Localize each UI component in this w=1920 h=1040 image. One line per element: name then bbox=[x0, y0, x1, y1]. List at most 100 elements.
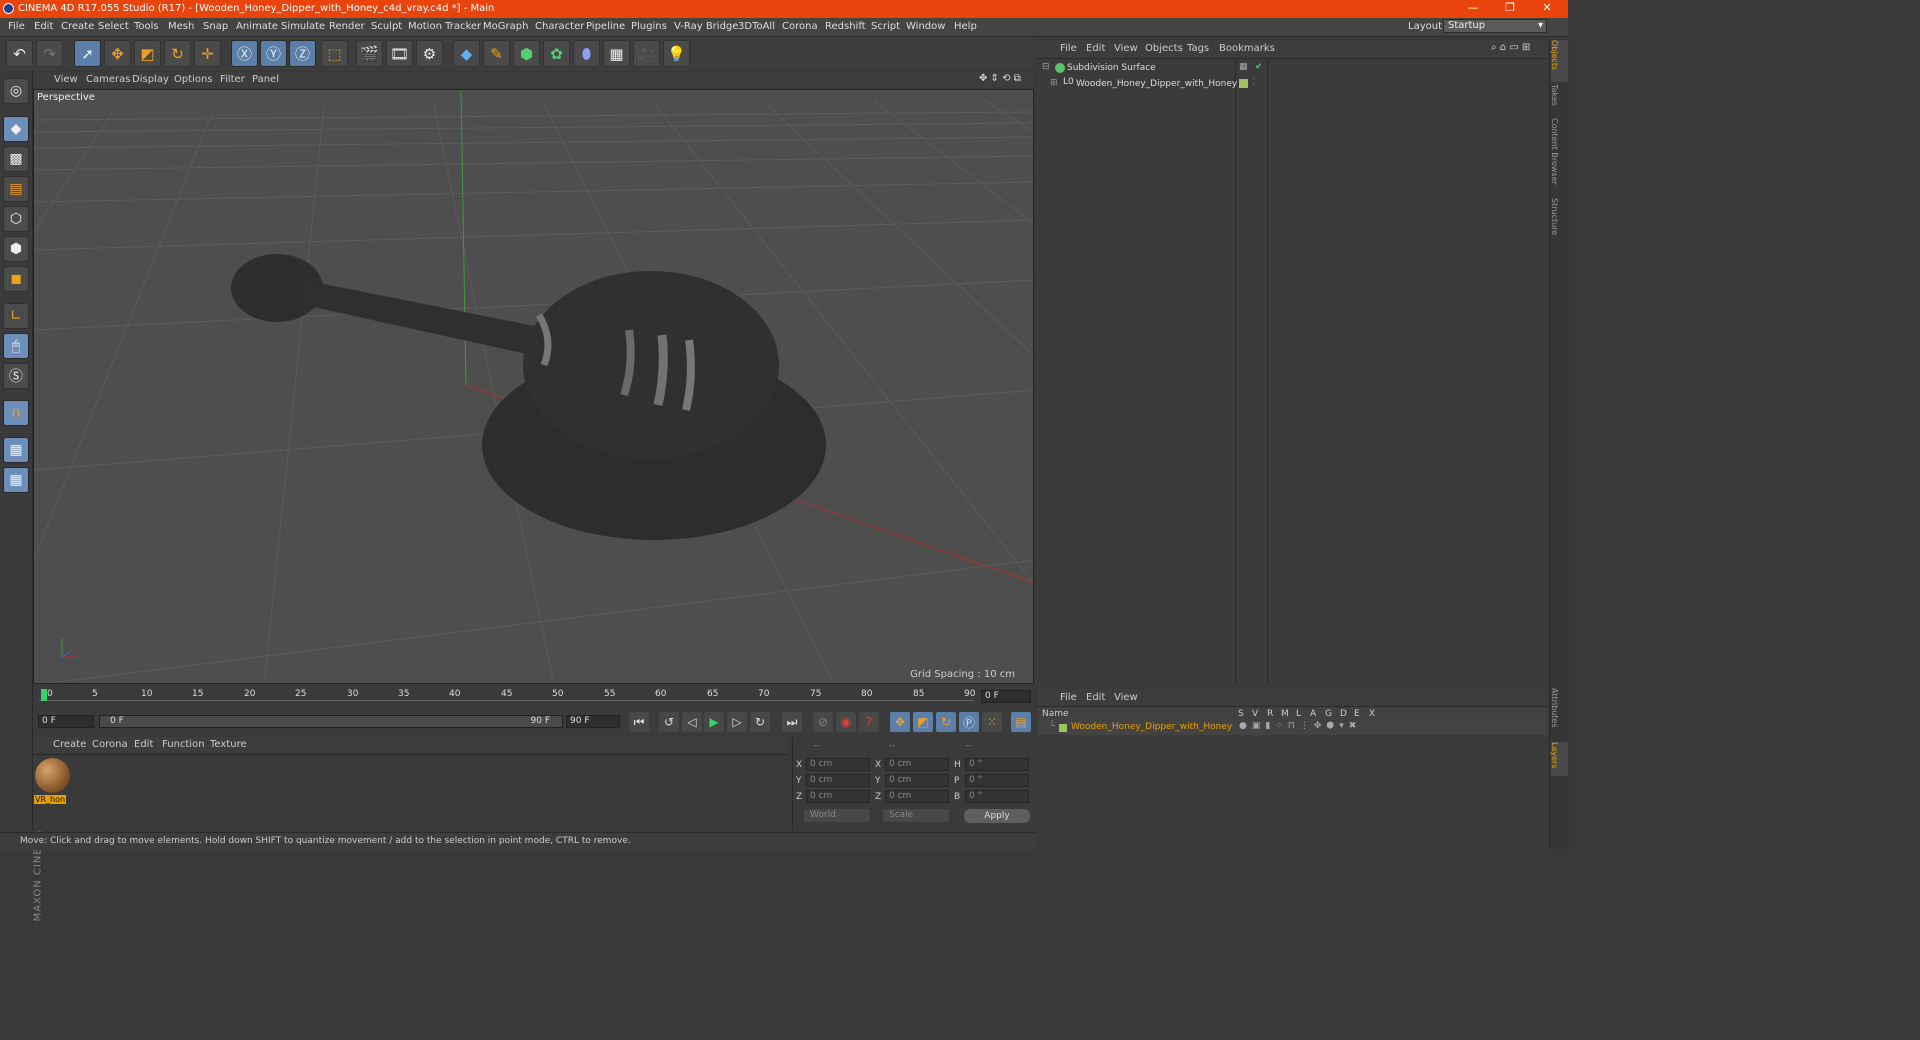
om-search-icon[interactable]: ⌕ ⌂ ▭ ⊞ bbox=[1491, 42, 1530, 53]
floor-scene-button[interactable]: ▦ bbox=[603, 40, 630, 67]
current-frame-field[interactable]: 0 F bbox=[981, 690, 1031, 703]
size-mode-select[interactable]: Scale bbox=[883, 809, 949, 822]
position-z-field[interactable]: 0 cm bbox=[806, 790, 870, 803]
rotate-tool-button[interactable]: ↻ bbox=[164, 40, 191, 67]
playhead-marker[interactable] bbox=[41, 689, 47, 701]
key-position-button[interactable]: ✥ bbox=[890, 712, 910, 732]
menu-character[interactable]: Character bbox=[535, 21, 584, 32]
render-view-button[interactable]: 🎬 bbox=[356, 40, 383, 67]
om-menu-bookmarks[interactable]: Bookmarks bbox=[1219, 43, 1275, 54]
material-menu-corona[interactable]: Corona bbox=[92, 739, 128, 750]
menu-select[interactable]: Select bbox=[98, 21, 129, 32]
position-x-field[interactable]: 0 cm bbox=[806, 758, 870, 771]
z-axis-lock-button[interactable]: Ⓩ bbox=[289, 40, 316, 67]
menu-file[interactable]: File bbox=[8, 21, 25, 32]
key-scale-button[interactable]: ◩ bbox=[913, 712, 933, 732]
transform-tool-button[interactable]: ✛ bbox=[194, 40, 221, 67]
menu-help[interactable]: Help bbox=[954, 21, 977, 32]
mograph-cloner-button[interactable]: ✿ bbox=[543, 40, 570, 67]
render-picture-viewer-button[interactable]: 🎞 bbox=[386, 40, 413, 67]
layer-toggle-icons[interactable]: ●▣▮⁘⊓⋮✥⬢▾✖ bbox=[1239, 721, 1361, 731]
menu-3dtoall[interactable]: 3DToAll bbox=[738, 21, 775, 32]
om-menu-edit[interactable]: Edit bbox=[1086, 43, 1105, 54]
om-menu-view[interactable]: View bbox=[1114, 43, 1138, 54]
layer-col-manager[interactable]: M bbox=[1281, 709, 1289, 719]
frame-range-slider[interactable]: 0 F 90 F bbox=[99, 715, 563, 728]
y-axis-lock-button[interactable]: Ⓨ bbox=[260, 40, 287, 67]
object-row[interactable]: ⊟ Subdivision Surface ▦ ✔ bbox=[1037, 61, 1548, 76]
light-button[interactable]: 💡 bbox=[663, 40, 690, 67]
viewport-menu-view[interactable]: View bbox=[54, 74, 78, 85]
size-y-field[interactable]: 0 cm bbox=[885, 774, 949, 787]
om-menu-objects[interactable]: Objects bbox=[1145, 43, 1183, 54]
layer-color-icon[interactable] bbox=[1059, 724, 1067, 732]
layer-col-expressions[interactable]: E bbox=[1354, 709, 1360, 719]
layer-col-view[interactable]: V bbox=[1252, 709, 1258, 719]
enabled-check-icon[interactable]: ✔ bbox=[1255, 62, 1263, 72]
expand-icon[interactable]: ⊞ bbox=[1050, 78, 1058, 88]
menu-motion-tracker[interactable]: Motion Tracker bbox=[408, 21, 481, 32]
menu-plugins[interactable]: Plugins bbox=[631, 21, 667, 32]
previous-key-button[interactable]: ↺ bbox=[659, 712, 679, 732]
subdivision-surface-button[interactable]: ⬢ bbox=[513, 40, 540, 67]
axis-mode-button[interactable]: ∟ bbox=[3, 303, 29, 329]
solo-mode-button[interactable]: Ⓢ bbox=[3, 363, 29, 389]
maximize-button[interactable]: ❐ bbox=[1495, 1, 1525, 14]
om-menu-tags[interactable]: Tags bbox=[1187, 43, 1209, 54]
layer-col-animation[interactable]: A bbox=[1310, 709, 1316, 719]
viewport-navigate-icons[interactable]: ✥ ⇕ ⟲ ⧉ bbox=[979, 73, 1021, 84]
go-to-end-button[interactable]: ⏭ bbox=[782, 712, 802, 732]
layer-col-solo[interactable]: S bbox=[1238, 709, 1244, 719]
menu-mesh[interactable]: Mesh bbox=[168, 21, 194, 32]
edges-mode-button[interactable]: ⬢ bbox=[3, 236, 29, 262]
points-mode-button[interactable]: ⬡ bbox=[3, 206, 29, 232]
start-frame-field[interactable]: 0 F bbox=[38, 715, 94, 728]
tab-objects[interactable]: Objects bbox=[1550, 40, 1568, 82]
layer-col-render[interactable]: R bbox=[1267, 709, 1273, 719]
previous-frame-button[interactable]: ◁ bbox=[682, 712, 702, 732]
make-editable-button[interactable]: ◎ bbox=[3, 78, 29, 104]
viewport-menu-display[interactable]: Display bbox=[132, 74, 169, 85]
menu-window[interactable]: Window bbox=[906, 21, 945, 32]
close-button[interactable]: ✕ bbox=[1532, 1, 1562, 14]
pen-spline-button[interactable]: ✎ bbox=[483, 40, 510, 67]
rotation-h-field[interactable]: 0 ° bbox=[965, 758, 1029, 771]
material-menu-texture[interactable]: Texture bbox=[210, 739, 247, 750]
viewport-menu-panel[interactable]: Panel bbox=[252, 74, 279, 85]
menu-sculpt[interactable]: Sculpt bbox=[371, 21, 402, 32]
viewport-menu-cameras[interactable]: Cameras bbox=[86, 74, 130, 85]
x-axis-lock-button[interactable]: Ⓧ bbox=[231, 40, 258, 67]
tab-takes[interactable]: Takes bbox=[1550, 84, 1568, 114]
timeline-ruler[interactable]: 0 5 10 15 20 25 30 35 40 45 50 55 60 65 … bbox=[33, 686, 1034, 708]
scale-tool-button[interactable]: ◩ bbox=[134, 40, 161, 67]
next-frame-button[interactable]: ▷ bbox=[727, 712, 747, 732]
layer-col-deformers[interactable]: D bbox=[1340, 709, 1347, 719]
key-parameter-button[interactable]: Ⓟ bbox=[959, 712, 979, 732]
autokeying-button[interactable]: ◉ bbox=[836, 712, 856, 732]
object-row[interactable]: ⊞ L0 Wooden_Honey_Dipper_with_Honey ⁚ bbox=[1037, 77, 1548, 92]
rotation-b-field[interactable]: 0 ° bbox=[965, 790, 1029, 803]
editor-visibility-icon[interactable]: ▦ bbox=[1239, 62, 1248, 72]
collapse-icon[interactable]: ⊟ bbox=[1042, 62, 1050, 72]
lm-menu-file[interactable]: File bbox=[1060, 692, 1077, 703]
menu-pipeline[interactable]: Pipeline bbox=[586, 21, 625, 32]
key-point-level-button[interactable]: ⁙ bbox=[982, 712, 1002, 732]
model-mode-button[interactable]: ◆ bbox=[3, 116, 29, 142]
snap-button[interactable]: ∩ bbox=[3, 400, 29, 426]
honey-dipper-model[interactable] bbox=[231, 254, 826, 540]
viewport-menu-filter[interactable]: Filter bbox=[220, 74, 245, 85]
texture-mode-button[interactable]: ▩ bbox=[3, 146, 29, 172]
key-rotation-button[interactable]: ↻ bbox=[936, 712, 956, 732]
menu-script[interactable]: Script bbox=[871, 21, 900, 32]
menu-render[interactable]: Render bbox=[329, 21, 365, 32]
menu-vray-bridge[interactable]: V-Ray Bridge bbox=[674, 21, 738, 32]
tab-content-browser[interactable]: Content Browser bbox=[1550, 118, 1568, 194]
menu-mograph[interactable]: MoGraph bbox=[483, 21, 528, 32]
material-swatch[interactable]: VR_hon bbox=[33, 755, 73, 807]
layer-col-name[interactable]: Name bbox=[1042, 709, 1069, 719]
timeline-track[interactable] bbox=[39, 700, 974, 706]
tab-layers[interactable]: Layers bbox=[1550, 742, 1568, 776]
visibility-dots-icon[interactable]: ⁚ bbox=[1252, 77, 1255, 87]
tweak-mode-button[interactable]: 🖱 bbox=[3, 333, 29, 359]
end-frame-field[interactable]: 90 F bbox=[566, 715, 620, 728]
